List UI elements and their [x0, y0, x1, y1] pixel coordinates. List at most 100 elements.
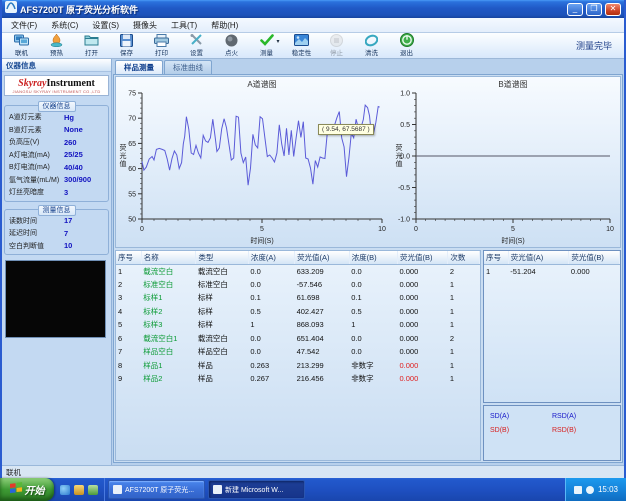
print-button[interactable]: 打印 — [144, 33, 179, 58]
readings-table-panel: 序号荧光值(A)荧光值(B) 1-51.2040.000 — [483, 250, 621, 403]
results-area: 序号名称类型浓度(A)荧光值(A)浓度(B)荧光值(B)次数 1载流空白载流空白… — [115, 250, 621, 461]
column-header[interactable]: 名称 — [141, 251, 196, 264]
table-row[interactable]: 4标样2标样0.5402.4270.50.0001 — [116, 305, 480, 319]
stop-icon — [330, 33, 343, 47]
column-header[interactable]: 荧光值(B) — [398, 251, 448, 264]
exit-button[interactable]: 退出 — [389, 33, 424, 58]
setup-button[interactable]: 设置 — [179, 33, 214, 58]
ignite-button[interactable]: 点火 — [214, 33, 249, 58]
table-cell: 1 — [448, 359, 480, 373]
logo-tagline: JIANGSU SKYRAY INSTRUMENT CO.,LTD — [6, 89, 107, 94]
table-row[interactable]: 1-51.2040.000 — [484, 264, 620, 278]
table-cell: 载流空白 — [196, 264, 249, 278]
info-label: B道灯元素 — [7, 125, 64, 135]
connection-status-text: 联机 — [6, 467, 21, 478]
svg-text:5: 5 — [260, 226, 264, 233]
menu-item-file[interactable]: 文件(F) — [4, 20, 44, 31]
preheat-button[interactable]: 预热 — [39, 33, 74, 58]
connect-label: 联机 — [15, 47, 28, 57]
tab-sample-measure[interactable]: 样品测量 — [115, 60, 163, 74]
table-cell: 1 — [448, 278, 480, 292]
info-row: B灯电流(mA)40/40 — [7, 161, 106, 174]
menu-item-camera[interactable]: 摄像头 — [126, 20, 164, 31]
column-header[interactable]: 序号 — [484, 251, 508, 264]
close-button[interactable]: ✕ — [605, 3, 621, 16]
stat-rsdb: RSD(B) — [552, 427, 614, 434]
save-icon — [120, 33, 133, 47]
menu-item-tools[interactable]: 工具(T) — [164, 20, 204, 31]
table-row[interactable]: 8样品1样品0.263213.299非数字0.0001 — [116, 359, 480, 373]
taskbar-task-1[interactable]: 新建 Microsoft W... — [208, 480, 305, 499]
table-row[interactable]: 1载流空白载流空白0.0633.2090.00.0002 — [116, 264, 480, 278]
connect-icon — [14, 33, 29, 47]
windows-flag-icon — [10, 482, 23, 497]
stat-sdb: SD(B) — [490, 427, 552, 434]
measure-button[interactable]: ▾测量 — [249, 33, 284, 58]
table-row[interactable]: 9样品2样品0.267216.456非数字0.0001 — [116, 372, 480, 386]
info-value: Hg — [64, 113, 106, 122]
table-cell: 标准空白 — [141, 278, 196, 292]
menu-item-system[interactable]: 系统(C) — [44, 20, 85, 31]
clock: 15:03 — [598, 485, 618, 494]
table-cell: 0.0 — [248, 278, 294, 292]
tray-volume-icon[interactable] — [586, 486, 594, 494]
channel-b-chart[interactable]: B道谱图-1.0-0.50.00.51.00510时间(S)荧光值 — [392, 77, 620, 245]
column-header[interactable]: 浓度(A) — [248, 251, 294, 264]
restore-button[interactable]: ❐ — [586, 3, 602, 16]
stability-button[interactable]: 稳定性 — [284, 33, 319, 58]
task-label: 新建 Microsoft W... — [225, 485, 283, 495]
menu-item-help[interactable]: 帮助(H) — [204, 20, 245, 31]
column-header[interactable]: 次数 — [448, 251, 480, 264]
table-row[interactable]: 7样品空白样品空白0.047.5420.00.0001 — [116, 345, 480, 359]
table-cell: 1 — [349, 318, 397, 332]
title-bar[interactable]: AFS7200T 原子荧光分析软件 _ ❐ ✕ — [2, 0, 624, 18]
results-table[interactable]: 序号名称类型浓度(A)荧光值(A)浓度(B)荧光值(B)次数 1载流空白载流空白… — [116, 251, 480, 386]
column-header[interactable]: 序号 — [116, 251, 141, 264]
channel-a-chart[interactable]: A道谱图5055606570750510时间(S)荧光值 — [116, 77, 392, 245]
column-header[interactable]: 类型 — [196, 251, 249, 264]
column-header[interactable]: 荧光值(A) — [508, 251, 569, 264]
table-cell: 1 — [484, 264, 508, 278]
table-row[interactable]: 3标样1标样0.161.6980.10.0001 — [116, 291, 480, 305]
table-cell: 0.0 — [248, 332, 294, 346]
tray-network-icon[interactable] — [574, 486, 582, 494]
side-panel: 序号荧光值(A)荧光值(B) 1-51.2040.000 SD(A)RSD(A)… — [483, 250, 621, 461]
save-button[interactable]: 保存 — [109, 33, 144, 58]
table-cell: 0.0 — [349, 332, 397, 346]
column-header[interactable]: 荧光值(B) — [569, 251, 620, 264]
menu-item-settings[interactable]: 设置(S) — [85, 20, 126, 31]
menu-bar: 文件(F)系统(C)设置(S)摄像头工具(T)帮助(H) — [2, 18, 624, 33]
table-row[interactable]: 6载流空白1载流空白0.0651.4040.00.0002 — [116, 332, 480, 346]
readings-table[interactable]: 序号荧光值(A)荧光值(B) 1-51.2040.000 — [484, 251, 620, 278]
column-header[interactable]: 浓度(B) — [349, 251, 397, 264]
table-row[interactable]: 5标样3标样1868.09310.0001 — [116, 318, 480, 332]
measure-dropdown-icon[interactable]: ▾ — [276, 38, 279, 45]
taskbar-task-0[interactable]: AFS7200T 原子荧光... — [108, 480, 205, 499]
ie-icon[interactable] — [60, 485, 70, 495]
stop-button: 停止 — [319, 33, 354, 58]
setup-label: 设置 — [190, 47, 203, 57]
clean-button[interactable]: 清洗 — [354, 33, 389, 58]
table-cell: 非数字 — [349, 359, 397, 373]
minimize-button[interactable]: _ — [567, 3, 583, 16]
table-cell: 1 — [116, 264, 141, 278]
connect-button[interactable]: 联机 — [4, 33, 39, 58]
media-player-icon[interactable] — [88, 485, 98, 495]
measure-status-text: 测量完毕 — [576, 39, 612, 52]
table-row[interactable]: 2标准空白标准空白0.0-57.5460.00.0001 — [116, 278, 480, 292]
content-area: 样品测量标准曲线 A道谱图5055606570750510时间(S)荧光值 B道… — [112, 59, 624, 465]
table-cell: 213.299 — [295, 359, 350, 373]
tab-standard-curve[interactable]: 标准曲线 — [164, 60, 212, 74]
svg-text:75: 75 — [128, 91, 136, 98]
open-button[interactable]: 打开 — [74, 33, 109, 58]
start-button[interactable]: 开始 — [0, 478, 54, 501]
show-desktop-icon[interactable] — [74, 485, 84, 495]
table-cell: 0.5 — [349, 305, 397, 319]
desktop: AFS7200T 原子荧光分析软件 _ ❐ ✕ 文件(F)系统(C)设置(S)摄… — [0, 0, 626, 501]
table-cell: 0.000 — [398, 264, 448, 278]
chart-tooltip: ( 9.54, 67.5687 ) — [318, 124, 374, 135]
column-header[interactable]: 荧光值(A) — [295, 251, 350, 264]
table-cell: 47.542 — [295, 345, 350, 359]
table-cell: 非数字 — [349, 372, 397, 386]
svg-text:10: 10 — [378, 226, 386, 233]
